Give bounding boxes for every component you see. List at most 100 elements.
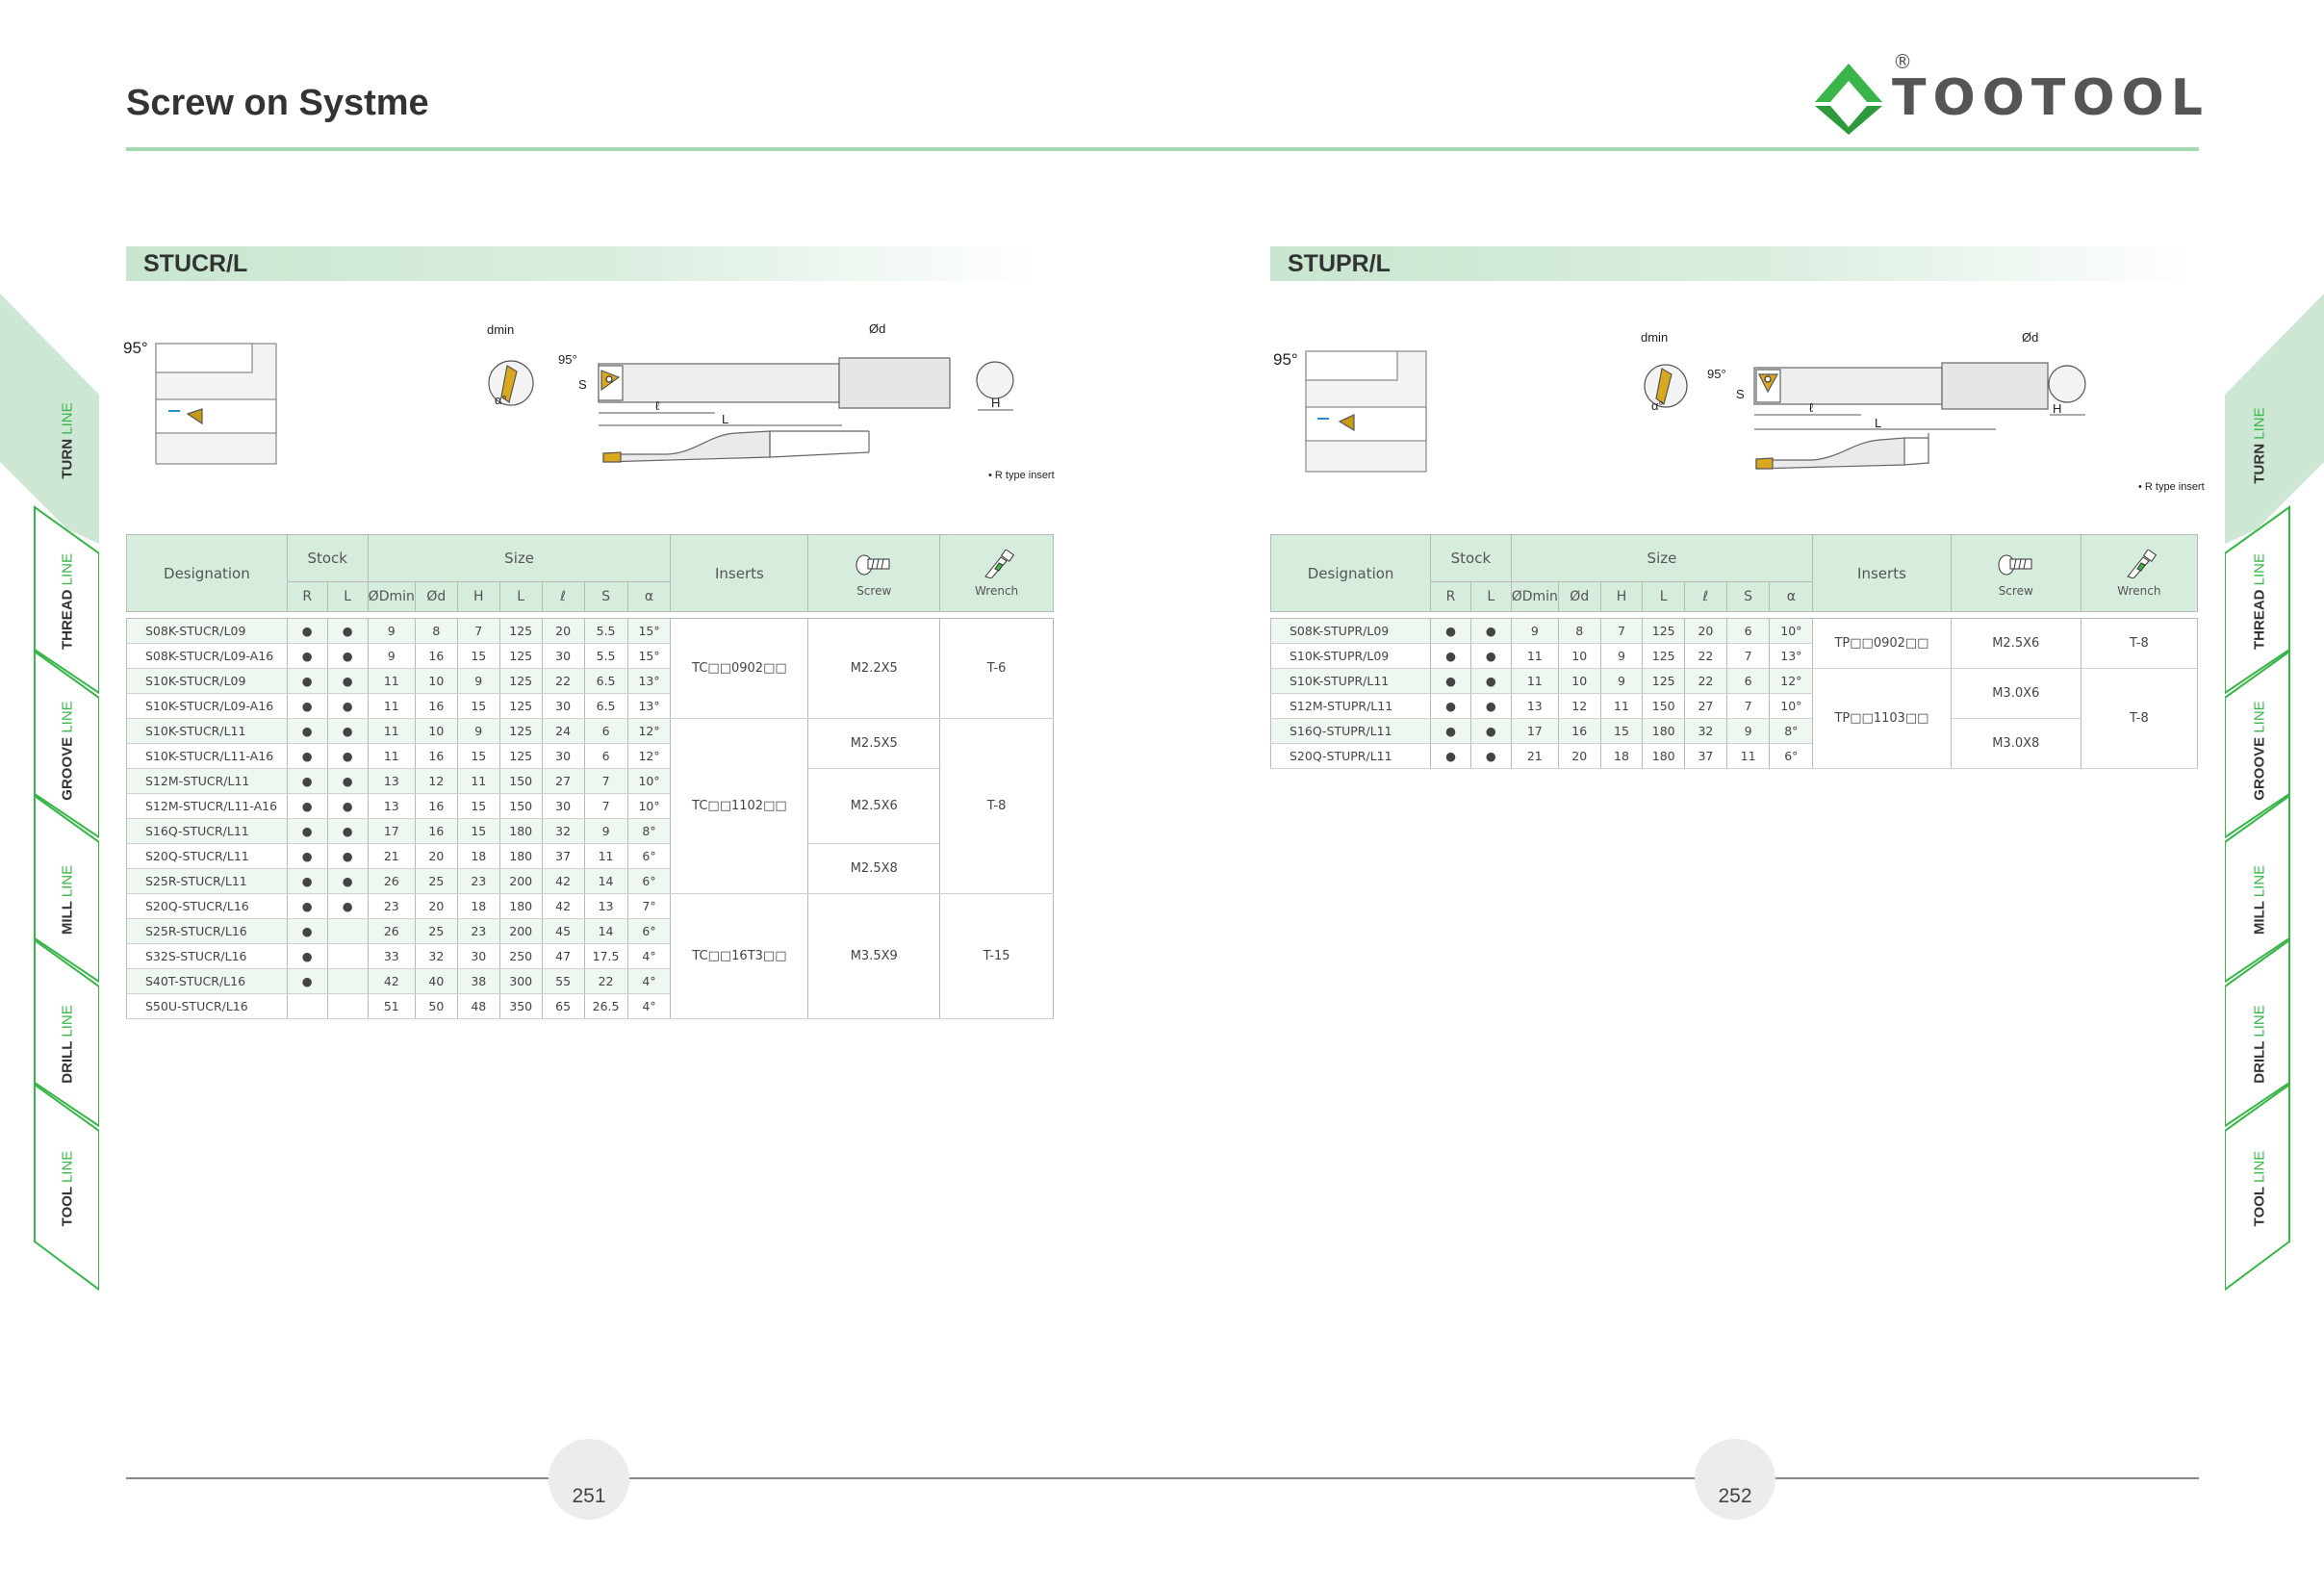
size-l-cell: 125 [498, 693, 543, 719]
side-tab-mill-left[interactable]: MILL LINE [17, 828, 116, 972]
svg-text:S: S [578, 377, 587, 392]
size-h-cell: 38 [456, 968, 500, 994]
size-l-cell: 200 [498, 918, 543, 944]
size-a-cell: 10° [1769, 693, 1814, 719]
stock-r-cell: ● [286, 968, 328, 994]
stock-l-cell: ● [326, 768, 369, 794]
stock-r-cell: ● [1430, 668, 1471, 694]
size-l-cell: 300 [498, 968, 543, 994]
svg-text:• R type insert: • R type insert [2138, 481, 2205, 493]
stock-r-cell: ● [286, 718, 328, 744]
size-dmin-cell: 11 [367, 718, 416, 744]
designation-cell: S12M-STUCR/L11-A16 [126, 793, 288, 819]
size-s-cell: 7 [1725, 693, 1771, 719]
side-tab-drill-right[interactable]: DRILL LINE [2209, 972, 2309, 1116]
section-title-stupr: STUPR/L [1270, 246, 2198, 281]
col-ell: ℓ [1684, 581, 1727, 612]
screw-cell: M2.5X5 [807, 718, 941, 769]
size-dmin-cell: 26 [367, 868, 416, 894]
size-h-cell: 18 [456, 843, 500, 869]
size-d-cell: 10 [1557, 668, 1601, 694]
col-size: Size [1510, 534, 1814, 582]
col-screw: Screw [807, 534, 941, 612]
size-a-cell: 6° [626, 843, 672, 869]
size-d-cell: 20 [414, 843, 458, 869]
size-d-cell: 20 [414, 893, 458, 919]
svg-text:L: L [722, 412, 728, 426]
size-s-cell: 5.5 [583, 643, 628, 669]
side-tab-mill-right[interactable]: MILL LINE [2209, 828, 2309, 972]
screw-cell: M3.5X9 [807, 893, 941, 1019]
insert-cell: TP□□1103□□ [1812, 668, 1952, 769]
size-h-cell: 11 [1599, 693, 1644, 719]
size-a-cell: 7° [626, 893, 672, 919]
size-dmin-cell: 21 [367, 843, 416, 869]
size-h-cell: 15 [456, 693, 500, 719]
size-s-cell: 9 [1725, 718, 1771, 744]
designation-cell: S12M-STUPR/L11 [1269, 693, 1432, 719]
designation-cell: S25R-STUCR/L11 [126, 868, 288, 894]
size-d-cell: 16 [414, 743, 458, 769]
side-tab-thread-right[interactable]: THREAD LINE [2209, 529, 2309, 674]
size-d-cell: 16 [1557, 718, 1601, 744]
size-d-cell: 8 [414, 618, 458, 644]
size-s-cell: 6.5 [583, 693, 628, 719]
table-row: S10K-STUCR/L11 ● ● 11 10 9 125 24 6 12° TC□□1102□□… [126, 718, 1054, 894]
size-h-cell: 18 [456, 893, 500, 919]
size-h-cell: 7 [1599, 618, 1644, 644]
size-h-cell: 11 [456, 768, 500, 794]
size-s-cell: 14 [583, 918, 628, 944]
stock-l-cell: ● [326, 668, 369, 694]
size-ll-cell: 55 [541, 968, 585, 994]
logo-text: TOOTOOL [1892, 69, 2209, 127]
col-length: L [498, 581, 543, 612]
size-h-cell: 23 [456, 918, 500, 944]
stock-l-cell: ● [326, 643, 369, 669]
stock-r-cell: ● [286, 643, 328, 669]
size-ll-cell: 47 [541, 943, 585, 969]
wrench-icon [2127, 548, 2157, 579]
col-s: S [583, 581, 628, 612]
size-l-cell: 150 [1642, 693, 1686, 719]
side-tab-groove-left[interactable]: GROOVE LINE [17, 679, 116, 823]
header-rule [126, 147, 2199, 151]
size-s-cell: 7 [583, 793, 628, 819]
col-stock: Stock [286, 534, 369, 582]
stock-r-cell: ● [286, 943, 328, 969]
side-tab-tool-right[interactable]: TOOL LINE [2209, 1116, 2309, 1261]
side-tab-drill-left[interactable]: DRILL LINE [17, 972, 116, 1116]
size-dmin-cell: 9 [367, 643, 416, 669]
size-h-cell: 30 [456, 943, 500, 969]
size-ll-cell: 22 [1684, 643, 1727, 669]
spec-table-stucr: Designation Stock Size Inserts Screw Wre… [126, 534, 1054, 1019]
size-d-cell: 20 [1557, 743, 1601, 769]
size-d-cell: 16 [414, 693, 458, 719]
stock-l-cell: ● [1469, 743, 1512, 769]
side-tab-turn-left[interactable]: TURN LINE [17, 369, 116, 513]
size-dmin-cell: 11 [367, 668, 416, 694]
col-screw: Screw [1950, 534, 2081, 612]
size-ll-cell: 20 [1684, 618, 1727, 644]
side-tab-turn-right[interactable]: TURN LINE [2209, 373, 2309, 518]
col-d: Ød [414, 581, 458, 612]
size-ll-cell: 45 [541, 918, 585, 944]
table-row: S08K-STUCR/L09 ● ● 9 8 7 125 20 5.5 15° TC□□0902□□… [126, 618, 1054, 719]
side-tab-thread-left[interactable]: THREAD LINE [17, 529, 116, 674]
svg-text:α°: α° [495, 393, 507, 407]
size-a-cell: 10° [1769, 618, 1814, 644]
side-tab-groove-right[interactable]: GROOVE LINE [2209, 679, 2309, 823]
svg-text:L: L [1875, 416, 1881, 430]
table-row: S16Q-STUPR/L11 ● ● 17 16 15 180 32 9 8° M3.0X8 [1269, 718, 2198, 769]
size-dmin-cell: 11 [367, 743, 416, 769]
size-l-cell: 200 [498, 868, 543, 894]
size-dmin-cell: 11 [367, 693, 416, 719]
size-dmin-cell: 17 [1510, 718, 1559, 744]
page-number-right: 252 [1695, 1439, 1775, 1520]
side-tab-tool-left[interactable]: TOOL LINE [17, 1116, 116, 1261]
size-a-cell: 13° [626, 693, 672, 719]
stock-l-cell: ● [1469, 693, 1512, 719]
size-dmin-cell: 9 [1510, 618, 1559, 644]
size-ll-cell: 24 [541, 718, 585, 744]
svg-text:H: H [991, 396, 1000, 410]
size-a-cell: 6° [626, 868, 672, 894]
